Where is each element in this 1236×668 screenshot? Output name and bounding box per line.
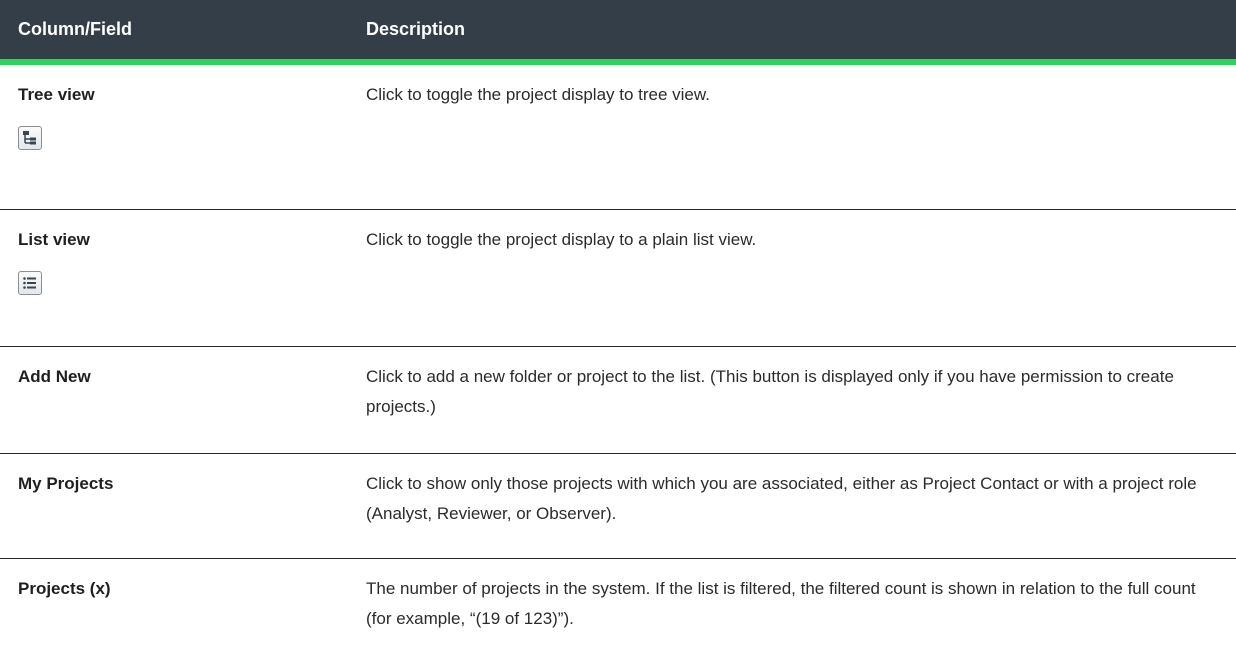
description-cell: Click to toggle the project display to a… xyxy=(339,209,1236,347)
field-description-table: Column/Field Description Tree view Click… xyxy=(0,0,1236,668)
table-row: Tree view Click to toggle the project di… xyxy=(0,62,1236,210)
description-cell: Click to show only those projects with w… xyxy=(339,453,1236,559)
list-view-icon xyxy=(18,270,42,295)
table-row: Projects (x) The number of projects in t… xyxy=(0,558,1236,668)
field-cell: Projects (x) xyxy=(0,558,339,668)
header-row: Column/Field Description xyxy=(0,0,1236,65)
field-cell: Tree view xyxy=(0,62,339,210)
field-name: Projects (x) xyxy=(18,578,111,598)
table-row: Add New Click to add a new folder or pro… xyxy=(0,346,1236,454)
description-cell: The number of projects in the system. If… xyxy=(366,578,1196,628)
field-name: My Projects xyxy=(18,473,114,493)
field-cell: Add New xyxy=(0,346,339,454)
description-header: Description xyxy=(339,0,1236,65)
table-row: List view Click to toggle the project di… xyxy=(0,209,1236,347)
description-cell: Click to toggle the project display to t… xyxy=(339,62,1236,210)
tree-view-icon xyxy=(18,126,42,150)
description-cell: Click to add a new folder or project to … xyxy=(339,346,1236,454)
table-row: My Projects Click to show only those pro… xyxy=(0,453,1236,559)
table-header: Column/Field Description xyxy=(0,0,1236,65)
field-name: List view xyxy=(18,229,90,249)
field-name: Add New xyxy=(18,366,91,386)
field-name: Tree view xyxy=(18,85,95,104)
field-cell: My Projects xyxy=(0,453,339,559)
field-cell: List view xyxy=(0,209,339,347)
column-field-header: Column/Field xyxy=(0,0,339,65)
